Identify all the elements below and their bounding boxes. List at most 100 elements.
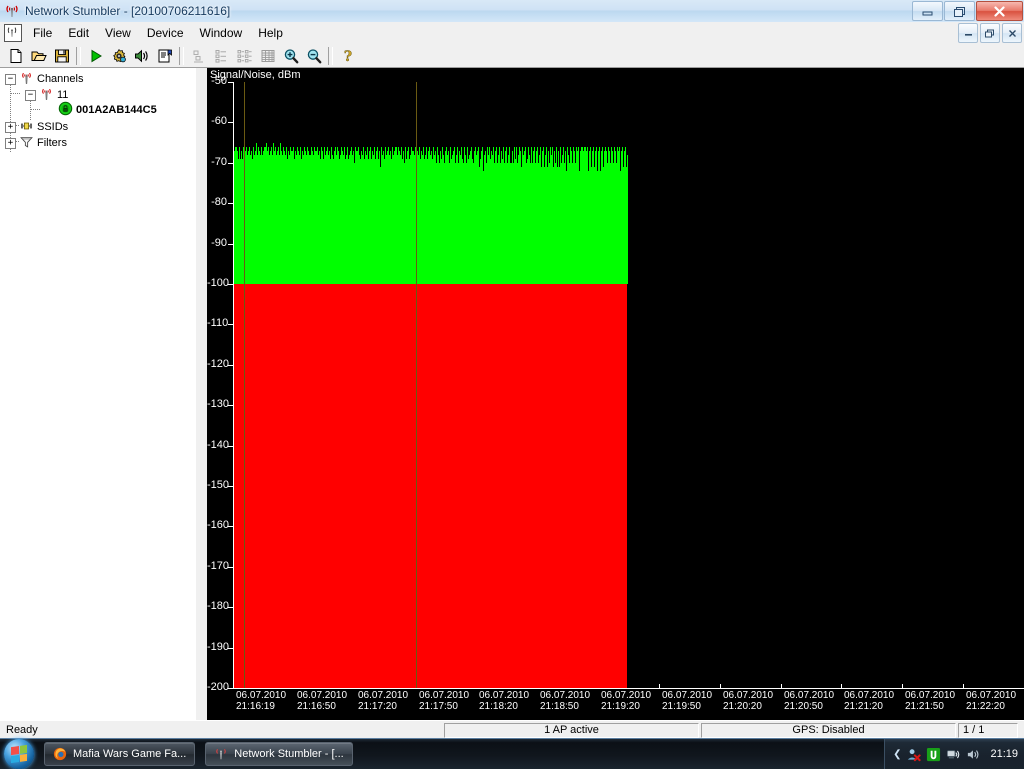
window-controls <box>912 1 1023 21</box>
taskbar-item-netstumbler-label: Network Stumbler - [... <box>234 748 344 760</box>
y-axis-label: -190 <box>207 641 230 653</box>
save-button[interactable] <box>50 45 73 67</box>
close-button[interactable] <box>976 1 1023 21</box>
list-grid-button[interactable] <box>256 45 279 67</box>
start-button[interactable] <box>4 739 34 769</box>
y-axis-label: -110 <box>207 317 229 329</box>
menu-edit[interactable]: Edit <box>60 24 97 43</box>
mdi-minimize-button[interactable] <box>958 23 978 43</box>
tree-label-channels: Channels <box>37 73 84 85</box>
x-axis-label: 06.07.2010 21:20:50 <box>784 690 834 712</box>
help-button[interactable]: ? <box>336 45 359 67</box>
tree-label-channel-11: 11 <box>57 89 69 101</box>
antenna-icon <box>214 747 228 761</box>
status-page-label: 1 / 1 <box>963 724 985 736</box>
tree-connector <box>30 100 31 120</box>
x-axis-label-date: 06.07.2010 <box>966 690 1017 701</box>
network-tree[interactable]: − Channels − 11 001A2AB144C5 + SSIDs + F… <box>0 68 197 720</box>
open-button[interactable] <box>27 45 50 67</box>
zoom-out-button[interactable] <box>302 45 325 67</box>
minimize-button[interactable] <box>912 1 943 21</box>
x-axis-label: 06.07.2010 21:16:19 <box>236 690 286 712</box>
tree-connector <box>10 93 20 94</box>
firefox-icon <box>53 747 67 761</box>
start-scan-button[interactable] <box>84 45 107 67</box>
volume-icon[interactable] <box>966 747 981 762</box>
options-button[interactable] <box>153 45 176 67</box>
menu-view[interactable]: View <box>97 24 139 43</box>
list-report-button[interactable] <box>233 45 256 67</box>
x-axis-line <box>233 688 1024 689</box>
configure-device-button[interactable] <box>107 45 130 67</box>
x-axis-label-time: 21:21:20 <box>844 701 883 712</box>
y-axis-label: -60 <box>211 115 227 127</box>
menu-help[interactable]: Help <box>250 24 291 43</box>
list-detail-button[interactable] <box>210 45 233 67</box>
funnel-icon <box>19 135 34 152</box>
menu-window[interactable]: Window <box>192 24 251 43</box>
user-blocked-icon[interactable] <box>906 747 922 762</box>
taskbar-item-firefox[interactable]: Mafia Wars Game Fa... <box>44 742 196 766</box>
tree-connector <box>30 109 40 110</box>
antenna-icon <box>4 3 20 19</box>
svg-text:?: ? <box>343 49 351 64</box>
taskbar: Mafia Wars Game Fa... Network Stumbler -… <box>0 738 1024 769</box>
y-axis-tick <box>228 244 233 245</box>
x-axis-label-time: 21:20:50 <box>784 701 823 712</box>
y-axis-label: -160 <box>207 519 230 531</box>
x-axis-label-date: 06.07.2010 <box>236 690 287 701</box>
maximize-button[interactable] <box>944 1 975 21</box>
x-axis-label-time: 21:17:50 <box>419 701 458 712</box>
mdi-close-button[interactable] <box>1002 23 1022 43</box>
status-gps: GPS: Disabled <box>701 722 956 738</box>
mdi-restore-button[interactable] <box>980 23 1000 43</box>
x-axis-label-date: 06.07.2010 <box>479 690 530 701</box>
new-document-button[interactable] <box>4 45 27 67</box>
x-axis-label-time: 21:19:20 <box>601 701 640 712</box>
show-hidden-icons-chevron[interactable]: ❮ <box>893 749 901 760</box>
taskbar-item-firefox-label: Mafia Wars Game Fa... <box>73 748 187 760</box>
mdi-app-icon[interactable] <box>4 24 22 42</box>
x-axis-label-date: 06.07.2010 <box>601 690 652 701</box>
taskbar-item-netstumbler[interactable]: Network Stumbler - [... <box>205 742 353 766</box>
status-ready: Ready <box>2 723 442 738</box>
menu-device[interactable]: Device <box>139 24 192 43</box>
taskbar-clock[interactable]: 21:19 <box>990 748 1018 760</box>
utorrent-icon[interactable] <box>926 747 941 762</box>
y-axis-label: -80 <box>211 196 227 208</box>
x-axis-label: 06.07.2010 21:20:20 <box>723 690 773 712</box>
x-axis-label-date: 06.07.2010 <box>358 690 409 701</box>
y-axis-tick <box>228 324 233 325</box>
zoom-in-button[interactable] <box>279 45 302 67</box>
ssid-icon <box>19 119 34 136</box>
list-small-button[interactable] <box>187 45 210 67</box>
x-axis-label-time: 21:20:20 <box>723 701 762 712</box>
tree-node-filters[interactable]: + Filters <box>5 135 67 151</box>
y-axis-label: -180 <box>207 600 230 612</box>
y-axis-label: -120 <box>207 358 230 370</box>
signal-noise-graph[interactable]: Signal/Noise, dBm -50 -60 -70 -80 -90 -100 -11… <box>207 68 1024 720</box>
toolbar-separator-2 <box>179 46 184 65</box>
expand-toggle-ssids[interactable]: + <box>5 121 16 133</box>
tree-node-ap[interactable]: 001A2AB144C5 <box>58 101 157 118</box>
network-icon[interactable] <box>946 747 961 762</box>
pane-splitter[interactable] <box>196 68 207 720</box>
status-ap-active: 1 AP active <box>444 722 699 738</box>
windows-logo-icon <box>11 744 27 764</box>
tree-node-channels[interactable]: − Channels <box>5 71 83 87</box>
x-axis-label-time: 21:21:50 <box>905 701 944 712</box>
status-page: 1 / 1 <box>958 722 1018 738</box>
collapse-toggle-channel-11[interactable]: − <box>25 89 36 101</box>
expand-toggle-filters[interactable]: + <box>5 137 16 149</box>
x-axis-label-date: 06.07.2010 <box>662 690 713 701</box>
y-axis-label: -130 <box>207 398 230 410</box>
audio-button[interactable] <box>130 45 153 67</box>
x-axis-label-time: 21:18:20 <box>479 701 518 712</box>
y-axis-label: -100 <box>207 277 230 289</box>
collapse-toggle-channels[interactable]: − <box>5 73 16 85</box>
tree-node-ssids[interactable]: + SSIDs <box>5 119 68 135</box>
netstumbler-window: Network Stumbler - [20100706211616] File… <box>0 0 1024 769</box>
y-axis-label: -50 <box>211 75 227 87</box>
system-tray: ❮ 21:19 <box>884 739 1024 769</box>
menu-file[interactable]: File <box>25 24 60 43</box>
